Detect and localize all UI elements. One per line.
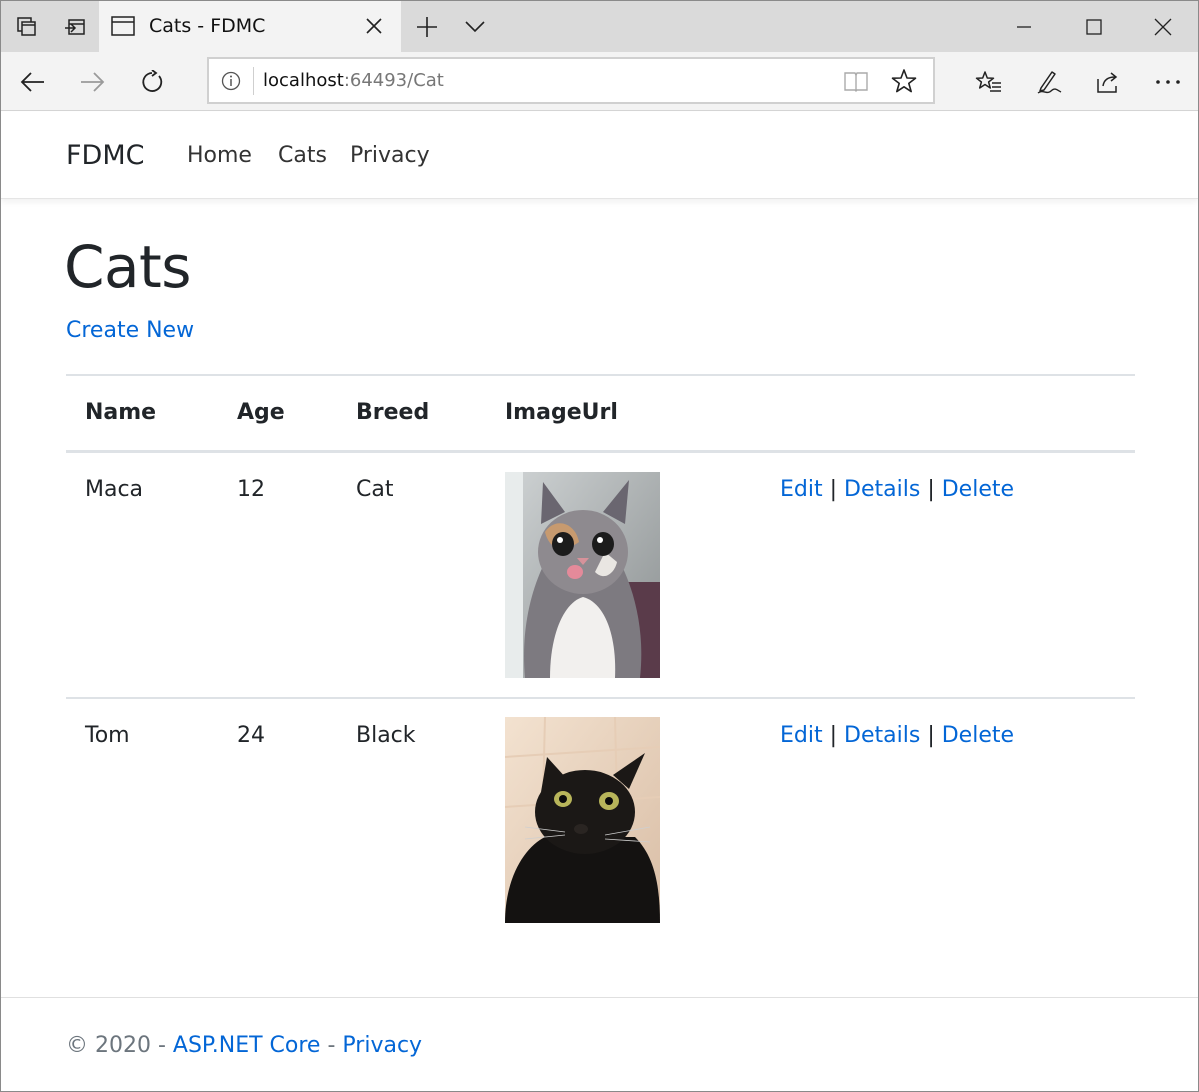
row-actions: Edit | Details | Delete (780, 477, 1014, 502)
tab-bar: Cats - FDMC (1, 1, 1198, 52)
forward-button[interactable] (70, 60, 114, 104)
cat-photo-calico (505, 472, 660, 678)
row-actions: Edit | Details | Delete (780, 723, 1014, 748)
arrow-left-icon (20, 72, 44, 92)
site-navbar: FDMC Home Cats Privacy (1, 112, 1198, 199)
nav-home[interactable]: Home (187, 143, 252, 168)
nav-privacy[interactable]: Privacy (350, 143, 430, 168)
url-host: localhost (263, 70, 344, 91)
browser-toolbar: localhost:64493/Cat (1, 52, 1198, 111)
set-tabs-aside-button[interactable] (51, 1, 99, 52)
url-path: :64493/Cat (343, 70, 444, 91)
action-separator: | (829, 723, 838, 748)
details-link[interactable]: Details (844, 477, 920, 502)
favorites-list-icon (975, 71, 1001, 92)
url-text[interactable]: localhost:64493/Cat (263, 70, 444, 91)
web-notes-button[interactable] (1027, 60, 1071, 104)
close-tab-icon[interactable] (363, 15, 385, 37)
tab-active[interactable]: Cats - FDMC (99, 1, 401, 52)
brand-link[interactable]: FDMC (66, 140, 144, 171)
tabs-aside-button[interactable] (3, 1, 51, 52)
arrow-right-icon (81, 72, 105, 92)
cell-breed: Black (356, 723, 416, 748)
maximize-icon (1086, 18, 1102, 35)
pen-icon (1037, 71, 1062, 94)
address-separator (253, 67, 254, 95)
address-bar[interactable]: localhost:64493/Cat (207, 57, 935, 104)
action-separator: | (927, 723, 935, 748)
edit-link[interactable]: Edit (780, 723, 823, 748)
tab-groups-icon (17, 16, 36, 36)
table-row-border (66, 697, 1135, 699)
header-imageurl: ImageUrl (505, 400, 618, 425)
share-icon (1097, 72, 1118, 93)
edit-link[interactable]: Edit (780, 477, 823, 502)
cell-age: 12 (237, 477, 265, 502)
minimize-icon (1017, 25, 1031, 28)
cell-name: Tom (85, 723, 130, 748)
favorites-button[interactable] (967, 60, 1011, 104)
footer-privacy-link[interactable]: Privacy (342, 1033, 422, 1058)
minimize-button[interactable] (990, 1, 1058, 52)
new-tab-button[interactable] (403, 1, 451, 52)
info-icon[interactable] (221, 71, 241, 91)
header-breed: Breed (356, 400, 430, 425)
table-header-border (66, 450, 1135, 453)
header-age: Age (237, 400, 285, 425)
action-separator: | (829, 477, 838, 502)
tab-title: Cats - FDMC (149, 15, 266, 37)
close-window-button[interactable] (1129, 1, 1197, 52)
cell-age: 24 (237, 723, 265, 748)
chevron-down-icon (465, 20, 485, 32)
cell-breed: Cat (356, 477, 394, 502)
footer-text: © 2020 - ASP.NET Core - Privacy (66, 1033, 422, 1058)
action-separator: | (927, 477, 935, 502)
cell-name: Maca (85, 477, 144, 502)
table-top-border (66, 374, 1135, 376)
delete-link[interactable]: Delete (942, 723, 1014, 748)
refresh-icon (142, 70, 163, 92)
browser-window: Cats - FDMC localhost:64493/Cat FDMC Hom… (0, 0, 1199, 1092)
refresh-button[interactable] (130, 60, 174, 104)
details-link[interactable]: Details (844, 723, 920, 748)
plus-icon (417, 16, 437, 37)
create-new-link[interactable]: Create New (66, 318, 194, 343)
nav-cats[interactable]: Cats (278, 143, 327, 168)
copyright-text: © 2020 - (66, 1033, 173, 1058)
more-icon (1156, 80, 1180, 84)
back-button[interactable] (11, 60, 55, 104)
reading-view-icon[interactable] (843, 69, 869, 93)
star-icon[interactable] (891, 68, 917, 94)
site-footer: © 2020 - ASP.NET Core - Privacy (1, 997, 1198, 1091)
share-button[interactable] (1086, 60, 1130, 104)
close-icon (1154, 18, 1172, 35)
cat-photo-black (505, 717, 660, 923)
delete-link[interactable]: Delete (942, 477, 1014, 502)
page-title: Cats (64, 233, 192, 301)
tab-preview-button[interactable] (451, 1, 499, 52)
maximize-button[interactable] (1060, 1, 1128, 52)
aspnet-core-link[interactable]: ASP.NET Core (173, 1033, 321, 1058)
set-aside-icon (65, 18, 85, 35)
header-name: Name (85, 400, 157, 425)
footer-dash: - (320, 1033, 343, 1058)
page-icon (111, 16, 135, 36)
more-button[interactable] (1146, 60, 1190, 104)
